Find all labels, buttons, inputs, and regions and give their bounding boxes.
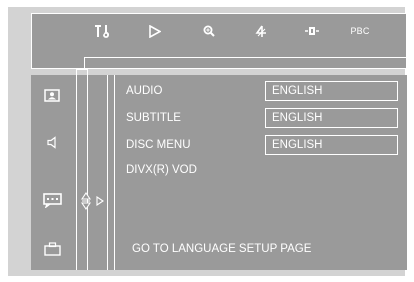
footer-hint: GO TO LANGUAGE SETUP PAGE	[132, 243, 312, 255]
top-divider-horizontal	[84, 57, 407, 58]
top-divider-vertical	[84, 57, 85, 69]
preferences-icon[interactable]	[43, 241, 61, 257]
dolby-icon[interactable]	[304, 23, 320, 39]
menu-item-disc-menu[interactable]: DISC MENU	[126, 138, 191, 152]
pbc-label[interactable]: PBC	[348, 23, 372, 39]
menu-item-subtitle[interactable]: SUBTITLE	[126, 111, 181, 125]
sidebar-line-right	[87, 69, 88, 270]
menu-item-divx-vod[interactable]: DIVX(R) VOD	[126, 163, 197, 177]
video-setup-icon[interactable]	[148, 23, 162, 39]
right-arrow-icon[interactable]	[95, 195, 105, 207]
audio-value-field[interactable]: ENGLISH	[265, 81, 398, 101]
top-icon-bar: PBC	[31, 13, 407, 69]
zoom-icon[interactable]	[202, 23, 216, 39]
speaker-icon[interactable]	[46, 135, 58, 149]
general-setup-icon[interactable]	[94, 23, 112, 39]
up-down-arrow-icon[interactable]	[80, 192, 92, 210]
disc-menu-value-field[interactable]: ENGLISH	[265, 135, 398, 155]
settings-panel	[31, 69, 407, 270]
sidebar-line-left	[76, 69, 77, 270]
audio-off-icon[interactable]	[254, 23, 268, 39]
menu-line-right	[114, 75, 115, 270]
osd-screen: PBC AUDIO ENGLISH SUBTITLE ENGLISH DISC …	[8, 7, 407, 276]
menu-line-left	[107, 75, 108, 270]
video-display-icon[interactable]	[43, 88, 61, 102]
subtitle-value-field[interactable]: ENGLISH	[265, 108, 398, 128]
menu-item-audio[interactable]: AUDIO	[126, 84, 162, 98]
language-icon[interactable]	[42, 192, 62, 208]
sidebar-line-cap	[76, 69, 88, 70]
